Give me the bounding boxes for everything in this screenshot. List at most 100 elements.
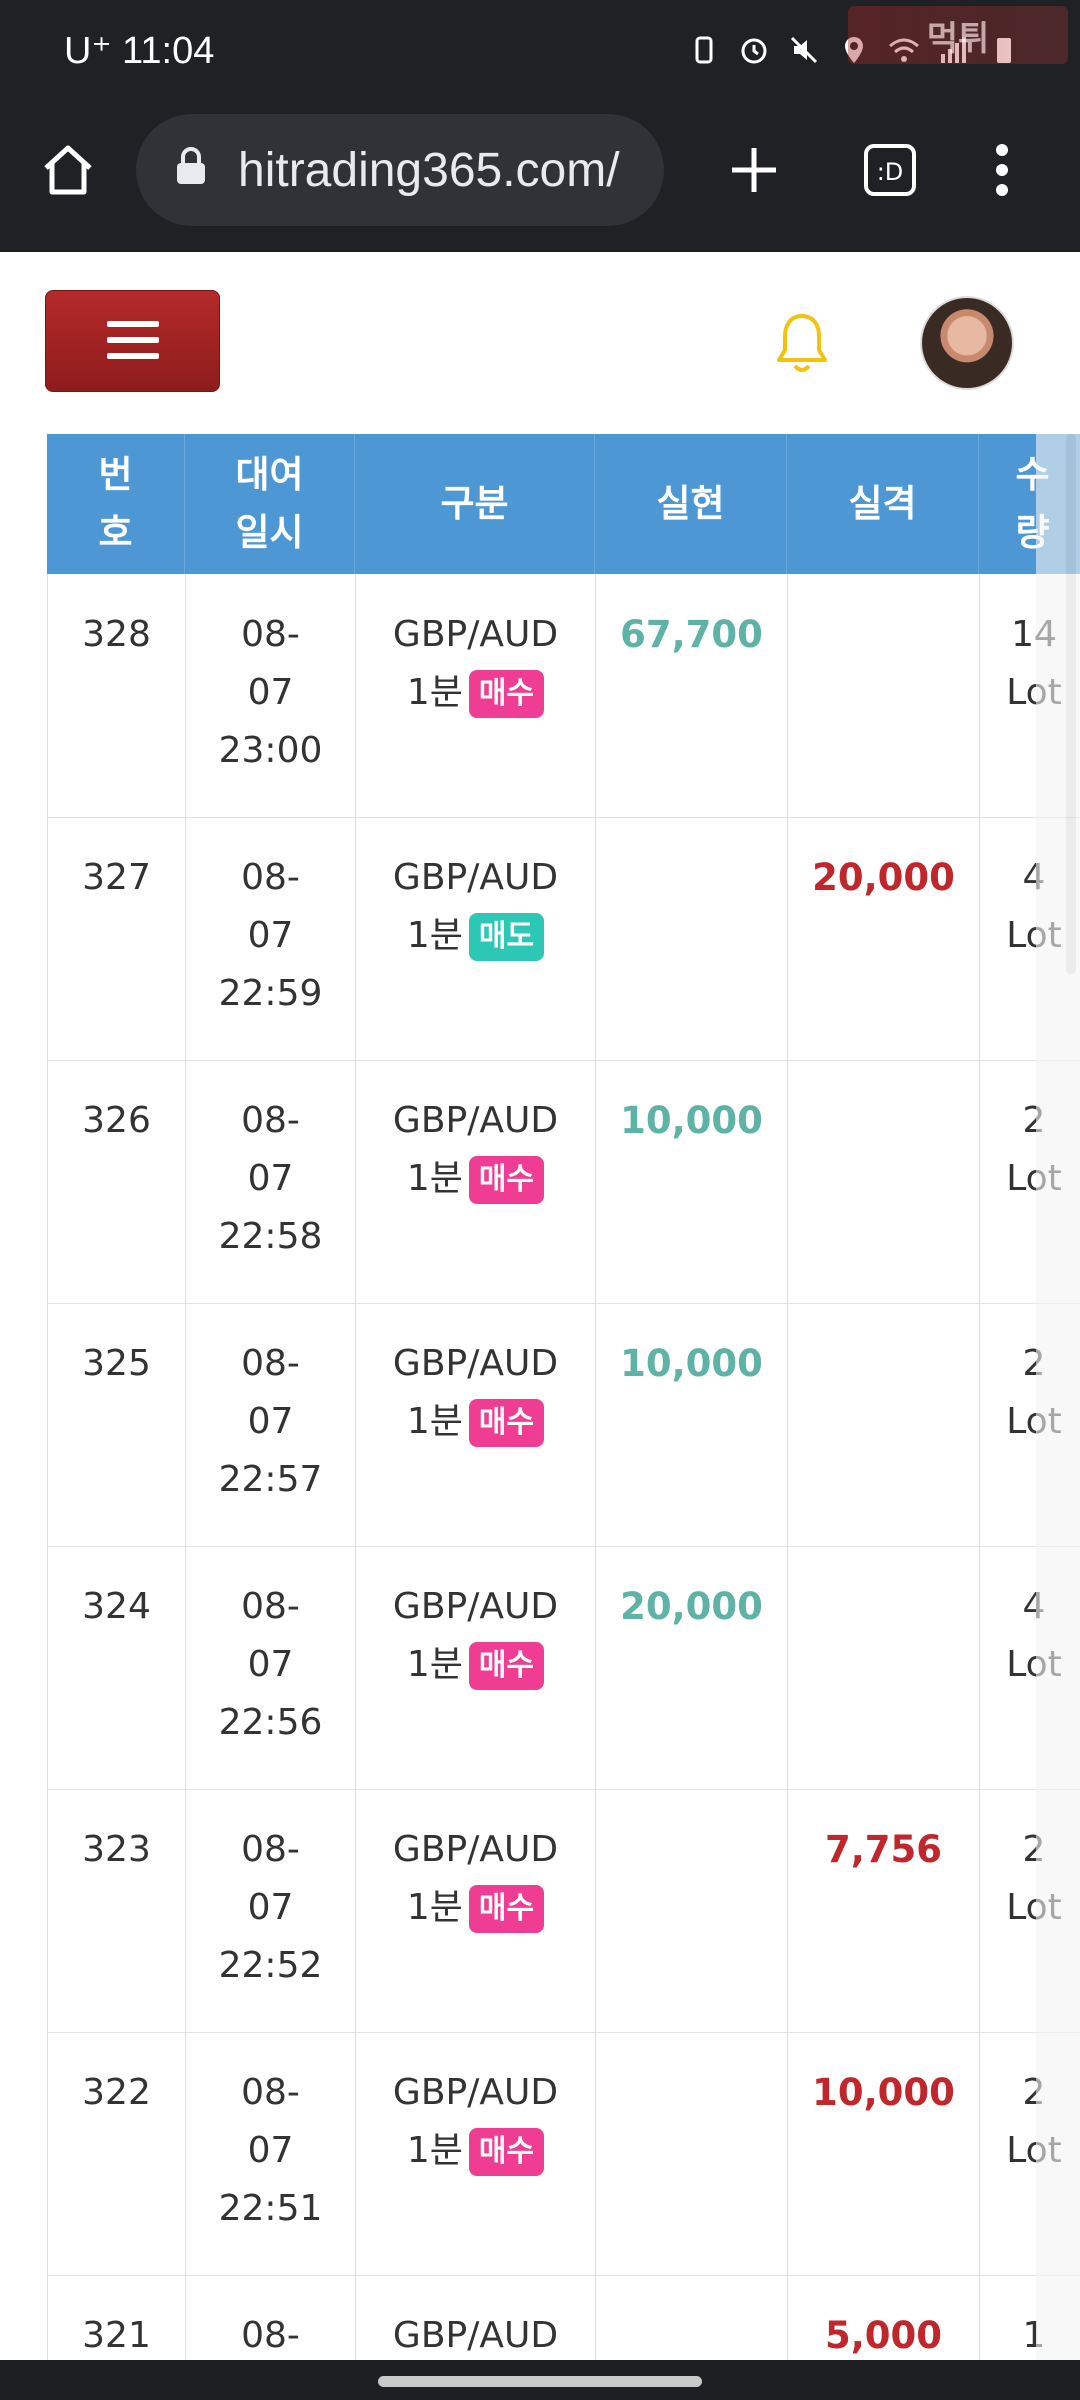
table-row[interactable]: 326 08- 07 22:58 GBP/AUD 1분 매수 10,000 2 Lot (47, 1060, 1080, 1304)
pair-label: GBP/AUD (392, 1586, 559, 1627)
address-bar[interactable]: hitrading365.com/ (136, 114, 664, 226)
cell-lost: 20,000 (788, 817, 980, 1060)
cell-number: 324 (48, 1546, 186, 1789)
table-row[interactable]: 323 08- 07 22:52 GBP/AUD 1분 매수 7,756 2 Lot (47, 1789, 1080, 2033)
new-tab-button[interactable] (712, 128, 796, 212)
cell-datetime: 08- 07 22:59 (186, 817, 356, 1060)
scroll-track[interactable] (1036, 434, 1080, 2360)
header-realized: 실현 (595, 434, 787, 574)
side-badge: 매수 (468, 1399, 545, 1447)
table-row[interactable]: 328 08- 07 23:00 GBP/AUD 1분 매수 67,700 14 Lot (47, 574, 1080, 818)
cell-lost (788, 1303, 980, 1546)
browser-toolbar: hitrading365.com/ :D (0, 108, 1080, 250)
cell-type: GBP/AUD 1분 매도 (356, 817, 596, 1060)
cell-datetime: 08- 07 22:52 (186, 1789, 356, 2032)
cell-realized (596, 2275, 788, 2360)
menu-icon (107, 321, 159, 327)
cell-type: GBP/AUD 1분 매수 (356, 1789, 596, 2032)
side-badge: 매수 (468, 1642, 545, 1690)
carrier-time: U⁺ 11:04 (64, 30, 215, 72)
trade-history-content: 번 호 대여 일시 구분 실현 실격 수 량 328 08- 07 23:00 GB… (0, 434, 1080, 2360)
period-label: 1분 (406, 1401, 463, 1442)
table-header: 번 호 대여 일시 구분 실현 실격 수 량 (47, 434, 1080, 574)
period-label: 1분 (406, 1158, 463, 1199)
cell-number: 321 (48, 2275, 186, 2360)
pair-label: GBP/AUD (392, 1829, 559, 1870)
side-badge: 매수 (468, 670, 545, 718)
user-avatar[interactable] (920, 296, 1014, 390)
tab-switcher-button[interactable]: :D (848, 128, 932, 212)
cell-lost (788, 1060, 980, 1303)
cell-type: GBP/AUD 1분 매수 (356, 1060, 596, 1303)
side-badge: 매도 (468, 913, 545, 961)
cell-realized: 20,000 (596, 1546, 788, 1789)
status-bar: U⁺ 11:04 먹튀 (0, 0, 1080, 108)
table-row[interactable]: 324 08- 07 22:56 GBP/AUD 1분 매수 20,000 4 Lot (47, 1546, 1080, 1790)
period-label: 1분 (406, 672, 463, 713)
home-icon (44, 145, 92, 195)
site-header (0, 252, 1080, 435)
side-badge: 매수 (468, 1885, 545, 1933)
side-badge: 매수 (468, 1156, 545, 1204)
cell-realized (596, 2032, 788, 2275)
lock-icon (174, 143, 208, 198)
period-label: 1분 (406, 2130, 463, 2171)
svg-text::D: :D (877, 158, 904, 186)
cell-datetime: 08- 07 22:56 (186, 1546, 356, 1789)
cell-datetime: 08- 07 22:58 (186, 1060, 356, 1303)
cell-number: 326 (48, 1060, 186, 1303)
scroll-thumb[interactable] (1066, 434, 1076, 974)
notification-button[interactable] (772, 310, 832, 382)
cell-lost: 10,000 (788, 2032, 980, 2275)
battery-saver-icon (688, 34, 720, 66)
home-gesture-handle[interactable] (378, 2376, 702, 2387)
bell-icon (777, 314, 827, 372)
cell-lost (788, 1546, 980, 1789)
pair-label: GBP/AUD (392, 1343, 559, 1384)
pair-label: GBP/AUD (392, 857, 559, 898)
table-row[interactable]: 321 08- GBP/AUD 5,000 1 (47, 2275, 1080, 2360)
table-row[interactable]: 322 08- 07 22:51 GBP/AUD 1분 매수 10,000 2 Lot (47, 2032, 1080, 2276)
cell-number: 323 (48, 1789, 186, 2032)
pair-label: GBP/AUD (392, 614, 559, 655)
header-datetime: 대여 일시 (185, 434, 355, 574)
url-text: hitrading365.com/ (238, 143, 620, 197)
cell-lost (788, 574, 980, 817)
period-label: 1분 (406, 1887, 463, 1928)
alarm-icon (738, 34, 770, 66)
side-badge: 매수 (468, 2128, 545, 2176)
cell-number: 328 (48, 574, 186, 817)
more-menu-button[interactable] (960, 128, 1044, 212)
cell-type: GBP/AUD 1분 매수 (356, 1303, 596, 1546)
home-button[interactable] (26, 128, 110, 212)
plus-icon (732, 148, 776, 192)
pair-label: GBP/AUD (392, 1100, 559, 1141)
period-label: 1분 (406, 915, 463, 956)
cell-datetime: 08- 07 23:00 (186, 574, 356, 817)
cell-datetime: 08- 07 22:57 (186, 1303, 356, 1546)
cell-number: 325 (48, 1303, 186, 1546)
cell-realized: 10,000 (596, 1060, 788, 1303)
watermark-logo: 먹튀 (848, 6, 1068, 64)
cell-number: 322 (48, 2032, 186, 2275)
cell-datetime: 08- 07 22:51 (186, 2032, 356, 2275)
hamburger-menu-button[interactable] (45, 290, 220, 392)
header-lost: 실격 (787, 434, 979, 574)
cell-type: GBP/AUD 1분 매수 (356, 574, 596, 817)
navigation-bar (0, 2360, 1080, 2400)
tab-switcher-icon: :D (864, 144, 916, 196)
cell-type: GBP/AUD (356, 2275, 596, 2360)
cell-realized: 67,700 (596, 574, 788, 817)
header-type: 구분 (355, 434, 595, 574)
cell-number: 327 (48, 817, 186, 1060)
table-row[interactable]: 327 08- 07 22:59 GBP/AUD 1분 매도 20,000 4 Lot (47, 817, 1080, 1061)
header-number: 번 호 (47, 434, 185, 574)
cell-type: GBP/AUD 1분 매수 (356, 1546, 596, 1789)
pair-label: GBP/AUD (392, 2315, 559, 2356)
cell-type: GBP/AUD 1분 매수 (356, 2032, 596, 2275)
cell-lost: 7,756 (788, 1789, 980, 2032)
table-row[interactable]: 325 08- 07 22:57 GBP/AUD 1분 매수 10,000 2 Lot (47, 1303, 1080, 1547)
more-vert-icon (996, 144, 1008, 196)
mute-icon (788, 34, 820, 66)
cell-realized: 10,000 (596, 1303, 788, 1546)
